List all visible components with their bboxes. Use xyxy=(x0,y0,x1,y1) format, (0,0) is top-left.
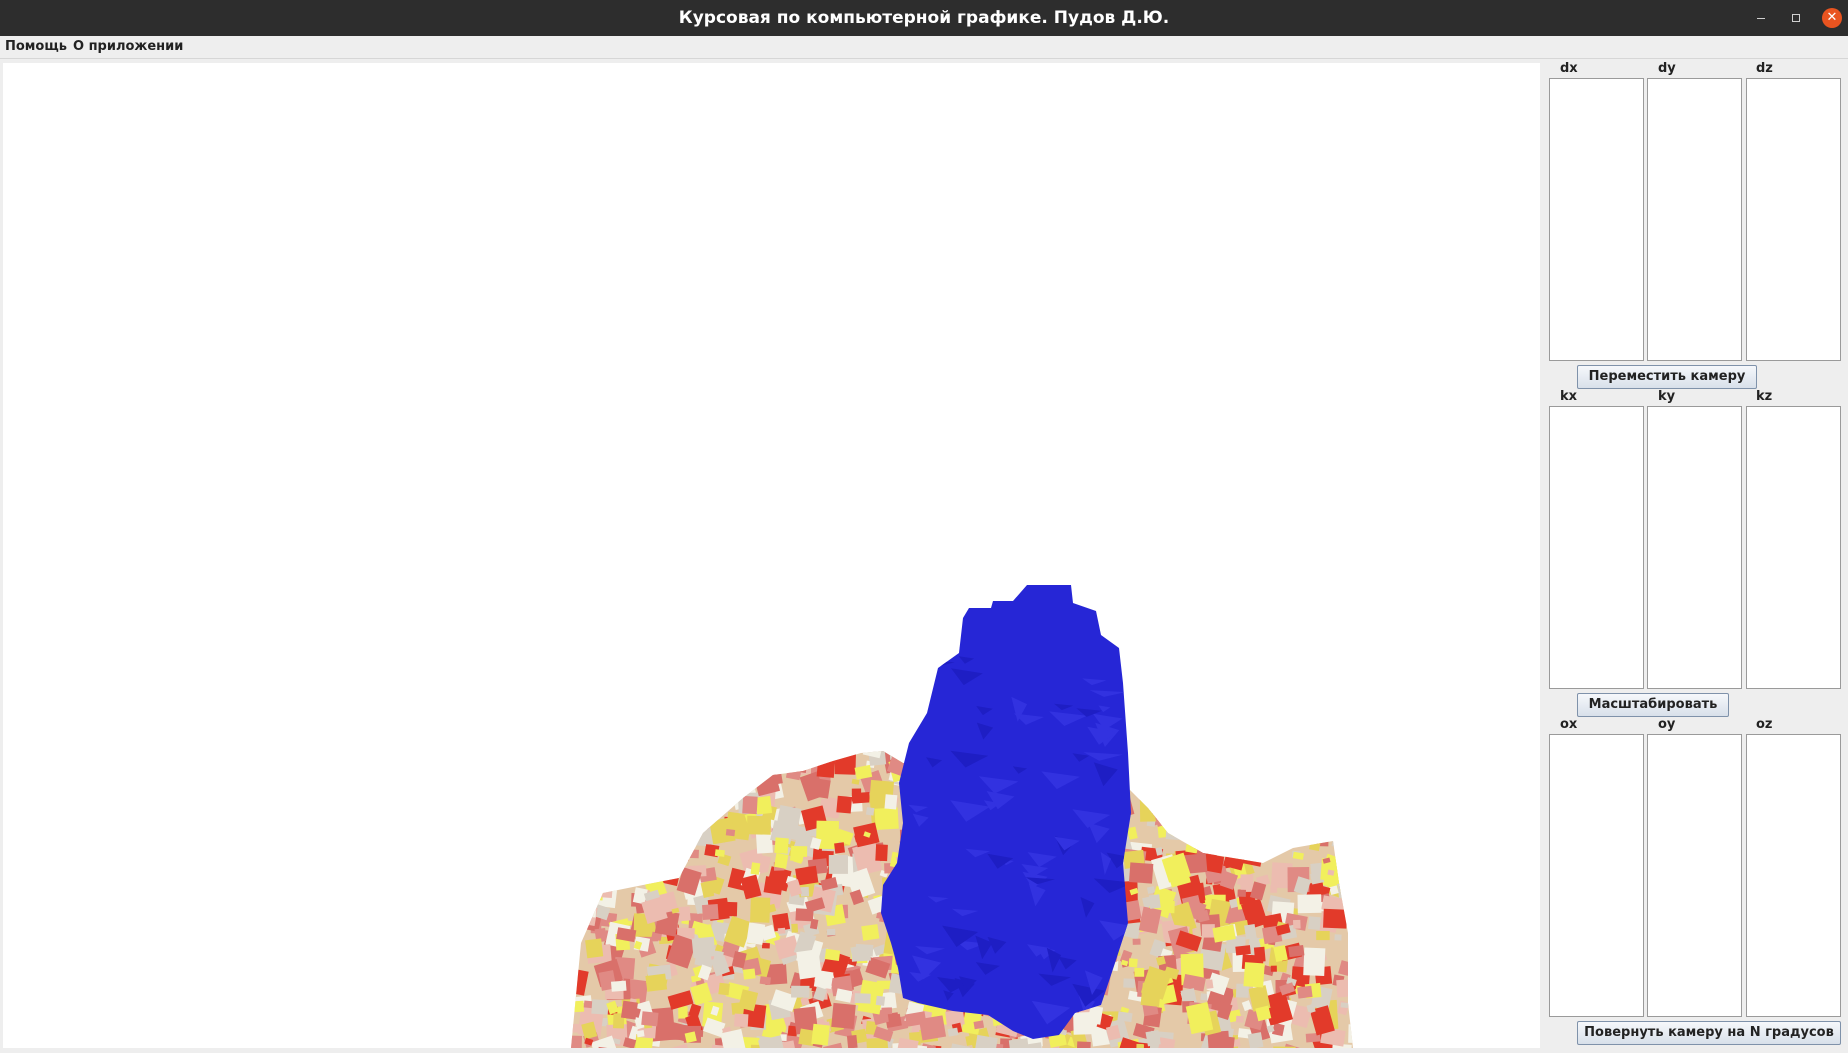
control-panel: dx dy dz Переместить камеру kx ky kz Мас… xyxy=(1545,60,1848,1053)
label-dz: dz xyxy=(1756,61,1773,76)
minimize-icon[interactable] xyxy=(1752,9,1770,27)
label-dx: dx xyxy=(1560,61,1578,76)
oz-field[interactable] xyxy=(1746,734,1841,1017)
label-kz: kz xyxy=(1756,389,1773,404)
label-oz: oz xyxy=(1756,717,1773,732)
kz-field[interactable] xyxy=(1746,406,1841,689)
kx-field[interactable] xyxy=(1549,406,1644,689)
oy-field[interactable] xyxy=(1647,734,1742,1017)
label-oy: oy xyxy=(1658,717,1676,732)
label-ky: ky xyxy=(1658,389,1676,404)
menu-help[interactable]: Помощь xyxy=(3,36,69,58)
scale-button[interactable]: Масштабировать xyxy=(1577,693,1729,717)
menu-about[interactable]: О приложении xyxy=(71,36,185,58)
menu-bar: Помощь О приложении xyxy=(0,36,1848,59)
ky-field[interactable] xyxy=(1647,406,1742,689)
title-bar: Курсовая по компьютерной графике. Пудов … xyxy=(0,0,1848,36)
label-kx: kx xyxy=(1560,389,1578,404)
window-title: Курсовая по компьютерной графике. Пудов … xyxy=(678,8,1170,28)
maximize-icon[interactable] xyxy=(1787,9,1805,27)
ox-field[interactable] xyxy=(1549,734,1644,1017)
label-ox: ox xyxy=(1560,717,1578,732)
dx-field[interactable] xyxy=(1549,78,1644,361)
dy-field[interactable] xyxy=(1647,78,1742,361)
move-camera-button[interactable]: Переместить камеру xyxy=(1577,365,1757,389)
label-dy: dy xyxy=(1658,61,1676,76)
close-icon[interactable]: ✕ xyxy=(1822,8,1842,28)
scene-render xyxy=(571,585,1353,1048)
blue-object xyxy=(881,585,1131,1039)
render-canvas[interactable] xyxy=(3,63,1540,1048)
dz-field[interactable] xyxy=(1746,78,1841,361)
rotate-camera-button[interactable]: Повернуть камеру на N градусов xyxy=(1577,1021,1841,1045)
